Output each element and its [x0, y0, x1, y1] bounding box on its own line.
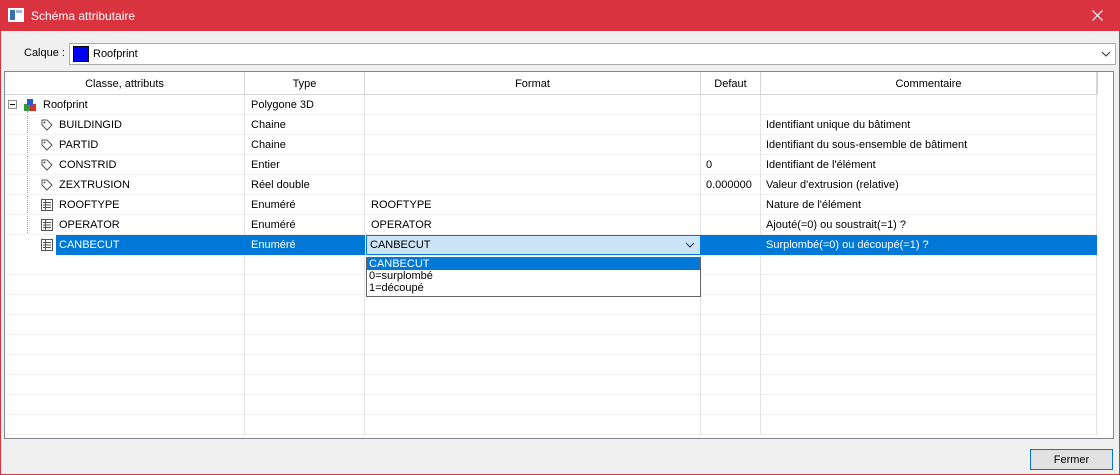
cell-classe: ZEXTRUSION [5, 175, 245, 195]
enum-icon [41, 239, 53, 251]
cell-classe: PARTID [5, 135, 245, 155]
cell-commentaire[interactable] [761, 95, 1097, 115]
tag-icon [41, 139, 53, 151]
cell-format[interactable] [365, 115, 701, 135]
format-dropdown[interactable]: CANBECUT [366, 235, 701, 255]
chevron-down-icon [685, 242, 695, 248]
tag-icon [41, 119, 53, 131]
cell-defaut[interactable] [701, 215, 761, 235]
cell-type: Polygone 3D [245, 95, 365, 115]
empty-row [5, 355, 1097, 375]
cell-commentaire[interactable]: Identifiant du sous-ensemble de bâtiment [761, 135, 1097, 155]
dropdown-option[interactable]: 0=surplombé [367, 270, 700, 282]
table-row[interactable]: BUILDINGID Chaine Identifiant unique du … [5, 115, 1097, 135]
cell-type: Enuméré [245, 235, 365, 255]
cell-format[interactable]: ROOFTYPE [365, 195, 701, 215]
cell-format[interactable] [365, 175, 701, 195]
cell-defaut[interactable] [701, 235, 761, 255]
format-dropdown-list[interactable]: CANBECUT 0=surplombé 1=découpé [366, 257, 701, 297]
cell-commentaire[interactable]: Valeur d'extrusion (relative) [761, 175, 1097, 195]
cell-commentaire[interactable]: Surplombé(=0) ou découpé(=1) ? [761, 235, 1097, 255]
window-title: Schéma attributaire [31, 9, 136, 23]
layer-color-swatch [73, 46, 89, 62]
cell-format[interactable]: OPERATOR [365, 215, 701, 235]
column-header-classe[interactable]: Classe, attributs [5, 72, 245, 95]
cell-defaut[interactable]: 0.000000 [701, 175, 761, 195]
cell-commentaire[interactable]: Nature de l'élément [761, 195, 1097, 215]
table-row[interactable]: OPERATOR Enuméré OPERATOR Ajouté(=0) ou … [5, 215, 1097, 235]
grid-header: Classe, attributs Type Format Defaut Com… [5, 72, 1097, 95]
cell-commentaire[interactable]: Identifiant unique du bâtiment [761, 115, 1097, 135]
cell-classe: CONSTRID [5, 155, 245, 175]
cell-commentaire[interactable]: Identifiant de l'élément [761, 155, 1097, 175]
calque-combobox[interactable]: Roofprint [69, 43, 1116, 65]
attribute-grid[interactable]: Classe, attributs Type Format Defaut Com… [4, 71, 1114, 439]
cell-defaut[interactable] [701, 135, 761, 155]
cell-defaut[interactable] [701, 195, 761, 215]
empty-row [5, 315, 1097, 335]
format-dropdown-value: CANBECUT [370, 239, 431, 251]
cell-type: Chaine [245, 115, 365, 135]
cell-classe: CANBECUT [5, 235, 245, 255]
tag-icon [41, 179, 53, 191]
enum-icon [41, 219, 53, 231]
cell-classe: OPERATOR [5, 215, 245, 235]
window-icon [8, 8, 24, 22]
cell-format[interactable] [365, 155, 701, 175]
close-window-button[interactable] [1074, 0, 1120, 31]
dropdown-option[interactable]: CANBECUT [367, 258, 700, 270]
table-row[interactable]: Roofprint Polygone 3D [5, 95, 1097, 115]
table-row[interactable]: ZEXTRUSION Réel double 0.000000 Valeur d… [5, 175, 1097, 195]
row-name: CANBECUT [56, 235, 244, 255]
table-row[interactable]: CONSTRID Entier 0 Identifiant de l'éléme… [5, 155, 1097, 175]
cell-format[interactable] [365, 135, 701, 155]
row-name: BUILDINGID [59, 119, 122, 131]
column-header-type[interactable]: Type [245, 72, 365, 95]
close-button[interactable]: Fermer [1030, 449, 1113, 470]
dropdown-option[interactable]: 1=découpé [367, 282, 700, 294]
empty-row [5, 295, 1097, 315]
empty-row [5, 395, 1097, 415]
table-row[interactable]: PARTID Chaine Identifiant du sous-ensemb… [5, 135, 1097, 155]
cell-type: Enuméré [245, 195, 365, 215]
enum-icon [41, 199, 53, 211]
cell-type: Réel double [245, 175, 365, 195]
row-name: CONSTRID [59, 159, 117, 171]
empty-row [5, 375, 1097, 395]
chevron-down-icon [1101, 51, 1111, 57]
row-name: ZEXTRUSION [59, 179, 130, 191]
table-row[interactable]: ROOFTYPE Enuméré ROOFTYPE Nature de l'él… [5, 195, 1097, 215]
calque-value: Roofprint [93, 48, 138, 60]
cell-defaut[interactable] [701, 95, 761, 115]
column-header-format[interactable]: Format [365, 72, 701, 95]
empty-row [5, 335, 1097, 355]
cell-classe: Roofprint [5, 95, 245, 115]
cell-classe: BUILDINGID [5, 115, 245, 135]
row-name: PARTID [59, 139, 99, 151]
row-name: ROOFTYPE [59, 199, 120, 211]
cell-commentaire[interactable]: Ajouté(=0) ou soustrait(=1) ? [761, 215, 1097, 235]
scrollbar-corner [1097, 72, 1113, 95]
cell-type: Enuméré [245, 215, 365, 235]
close-icon [1091, 10, 1103, 21]
cell-defaut[interactable] [701, 115, 761, 135]
title-bar: Schéma attributaire [0, 0, 1120, 31]
column-header-commentaire[interactable]: Commentaire [761, 72, 1097, 95]
cell-type: Chaine [245, 135, 365, 155]
cell-type: Entier [245, 155, 365, 175]
calque-label: Calque : [24, 47, 65, 59]
cell-classe: ROOFTYPE [5, 195, 245, 215]
tag-icon [41, 159, 53, 171]
row-name: OPERATOR [59, 219, 120, 231]
empty-row [5, 415, 1097, 435]
column-header-defaut[interactable]: Defaut [701, 72, 761, 95]
collapse-toggle[interactable] [8, 100, 17, 109]
cell-format[interactable] [365, 95, 701, 115]
cell-defaut[interactable]: 0 [701, 155, 761, 175]
row-name: Roofprint [43, 99, 88, 111]
layer-class-icon [24, 99, 36, 111]
table-row-selected[interactable]: CANBECUT Enuméré Surplombé(=0) ou découp… [5, 235, 1097, 255]
